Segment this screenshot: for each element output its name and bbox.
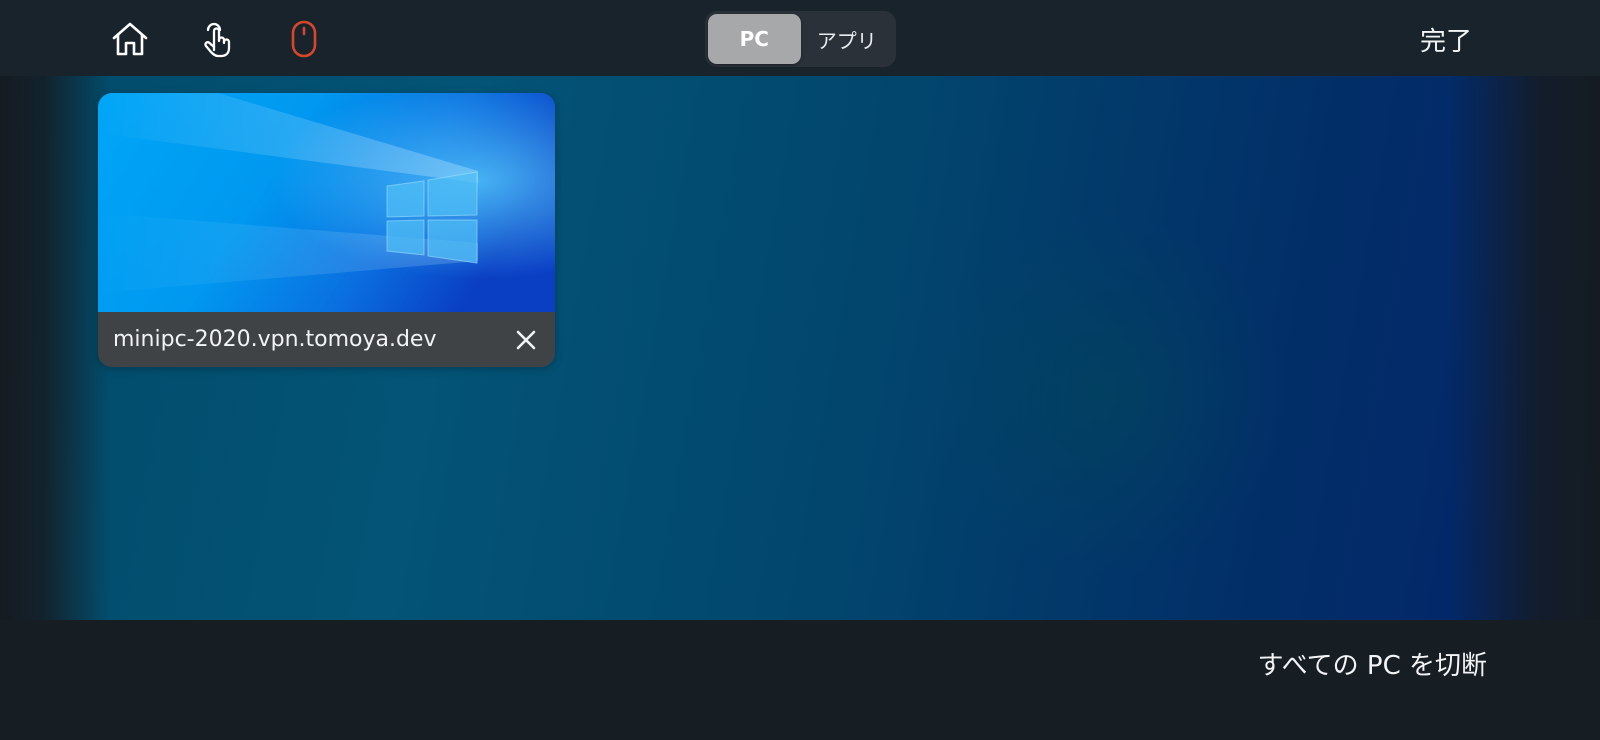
touch-hand-icon — [204, 22, 231, 58]
pc-card[interactable]: minipc-2020.vpn.tomoya.dev — [98, 93, 555, 367]
remove-pc-button[interactable] — [511, 325, 541, 355]
disconnect-all-pcs-button[interactable]: すべての PC を切断 — [1257, 643, 1487, 683]
close-icon — [516, 330, 536, 350]
pc-card-caption: minipc-2020.vpn.tomoya.dev — [98, 312, 555, 367]
pc-app-segmented-control: PC アプリ — [705, 11, 896, 67]
segment-apps[interactable]: アプリ — [801, 14, 894, 64]
bottom-toolbar: すべての PC を切断 — [0, 620, 1600, 740]
done-button[interactable]: 完了 — [1420, 20, 1472, 58]
home-icon — [112, 22, 148, 56]
mouse-mode-button[interactable] — [282, 17, 326, 61]
windows-desktop-icon — [98, 93, 555, 312]
home-button[interactable] — [108, 17, 152, 61]
mouse-icon — [291, 20, 317, 58]
top-toolbar: PC アプリ 完了 — [0, 0, 1600, 76]
remote-desktop-app: PC アプリ 完了 minipc-2020.vpn.tomoya.dev すべて… — [0, 0, 1600, 740]
touch-mode-button[interactable] — [196, 17, 240, 61]
pc-hostname: minipc-2020.vpn.tomoya.dev — [113, 327, 437, 352]
segment-pc[interactable]: PC — [708, 14, 801, 64]
